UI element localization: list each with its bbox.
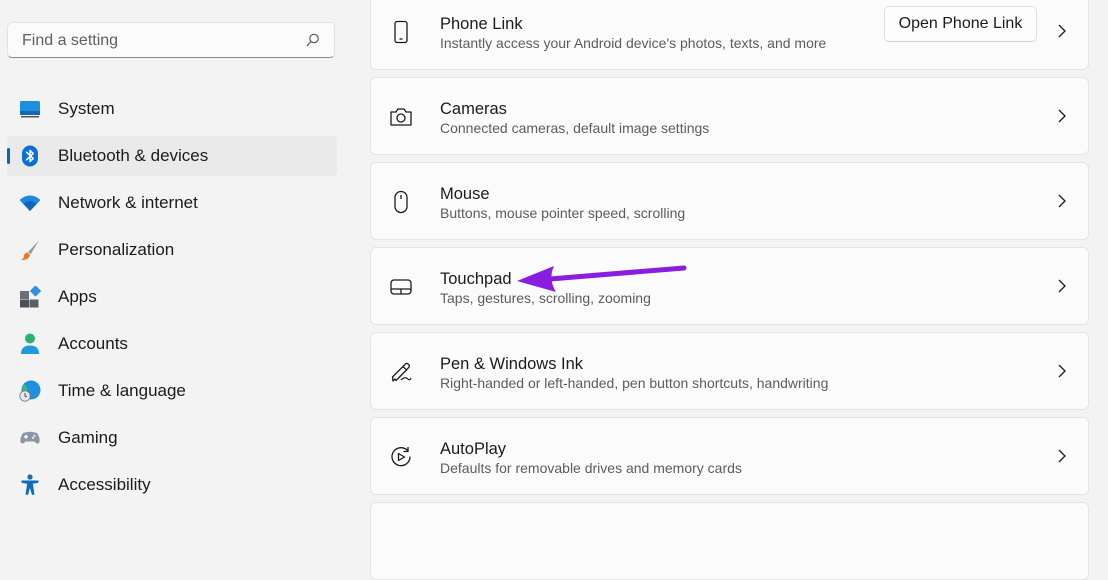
sidebar-item-accessibility[interactable]: Accessibility bbox=[7, 465, 337, 505]
gamepad-icon bbox=[20, 431, 40, 444]
globe-clock-icon bbox=[19, 380, 41, 402]
chevron-right-icon[interactable] bbox=[1056, 193, 1068, 209]
sidebar-item-label: Accounts bbox=[58, 334, 128, 353]
open-phone-link-button[interactable]: Open Phone Link bbox=[884, 6, 1037, 42]
sidebar: System Bluetooth & devices Network & int… bbox=[0, 0, 350, 516]
sidebar-item-gaming[interactable]: Gaming bbox=[7, 418, 337, 458]
sidebar-item-label: Accessibility bbox=[58, 475, 151, 494]
accessibility-icon bbox=[21, 474, 39, 495]
sidebar-item-label: Bluetooth & devices bbox=[58, 146, 209, 165]
autoplay-icon bbox=[391, 447, 411, 467]
card-description: Connected cameras, default image setting… bbox=[440, 120, 710, 136]
card-title: Touchpad bbox=[440, 270, 512, 288]
search-input[interactable] bbox=[20, 23, 304, 59]
touchpad-icon bbox=[390, 279, 412, 295]
active-indicator bbox=[7, 148, 10, 164]
system-icon bbox=[20, 101, 40, 118]
chevron-right-icon[interactable] bbox=[1056, 108, 1068, 124]
card-title: Phone Link bbox=[440, 15, 523, 33]
card-description: Instantly access your Android device's p… bbox=[440, 35, 827, 51]
person-icon bbox=[21, 333, 39, 354]
chevron-right-icon[interactable] bbox=[1056, 363, 1068, 379]
card-pen-windows-ink[interactable]: Pen & Windows Ink Right-handed or left-h… bbox=[370, 332, 1089, 410]
card-description: Right-handed or left-handed, pen button … bbox=[440, 375, 829, 391]
sidebar-item-network-internet[interactable]: Network & internet bbox=[7, 183, 337, 223]
sidebar-item-label: Gaming bbox=[58, 428, 118, 447]
card-touchpad[interactable]: Touchpad Taps, gestures, scrolling, zoom… bbox=[370, 247, 1089, 325]
sidebar-item-accounts[interactable]: Accounts bbox=[7, 324, 337, 364]
sidebar-item-time-language[interactable]: Time & language bbox=[7, 371, 337, 411]
sidebar-item-label: Apps bbox=[58, 287, 97, 306]
wifi-icon bbox=[19, 195, 41, 211]
camera-icon bbox=[390, 108, 412, 126]
mouse-icon bbox=[394, 190, 408, 214]
card-mouse[interactable]: Mouse Buttons, mouse pointer speed, scro… bbox=[370, 162, 1089, 240]
card-title: AutoPlay bbox=[440, 440, 507, 458]
card-next-partial[interactable] bbox=[370, 502, 1089, 580]
card-description: Defaults for removable drives and memory… bbox=[440, 460, 742, 476]
phone-icon bbox=[394, 20, 408, 44]
card-title: Mouse bbox=[440, 185, 490, 203]
sidebar-item-label: Network & internet bbox=[58, 193, 198, 212]
search-icon[interactable] bbox=[306, 33, 320, 47]
card-title: Cameras bbox=[440, 100, 507, 118]
sidebar-item-label: Personalization bbox=[58, 240, 175, 259]
card-phone-link[interactable]: Phone Link Instantly access your Android… bbox=[370, 0, 1089, 70]
sidebar-item-personalization[interactable]: Personalization bbox=[7, 230, 337, 270]
chevron-right-icon[interactable] bbox=[1056, 278, 1068, 294]
pen-icon bbox=[391, 362, 412, 382]
sidebar-item-bluetooth-devices[interactable]: Bluetooth & devices bbox=[7, 136, 337, 176]
sidebar-item-system[interactable]: System bbox=[7, 89, 337, 129]
card-description: Taps, gestures, scrolling, zooming bbox=[440, 290, 651, 306]
chevron-right-icon[interactable] bbox=[1056, 23, 1068, 39]
brush-icon bbox=[21, 240, 39, 261]
card-autoplay[interactable]: AutoPlay Defaults for removable drives a… bbox=[370, 417, 1089, 495]
apps-icon bbox=[20, 286, 41, 308]
card-title: Pen & Windows Ink bbox=[440, 355, 584, 373]
sidebar-item-label: System bbox=[58, 99, 115, 118]
sidebar-item-label: Time & language bbox=[58, 381, 186, 400]
chevron-right-icon[interactable] bbox=[1056, 448, 1068, 464]
card-cameras[interactable]: Cameras Connected cameras, default image… bbox=[370, 77, 1089, 155]
sidebar-item-apps[interactable]: Apps bbox=[7, 277, 337, 317]
card-description: Buttons, mouse pointer speed, scrolling bbox=[440, 205, 686, 221]
bluetooth-icon bbox=[22, 145, 38, 167]
search-box[interactable] bbox=[7, 22, 335, 59]
